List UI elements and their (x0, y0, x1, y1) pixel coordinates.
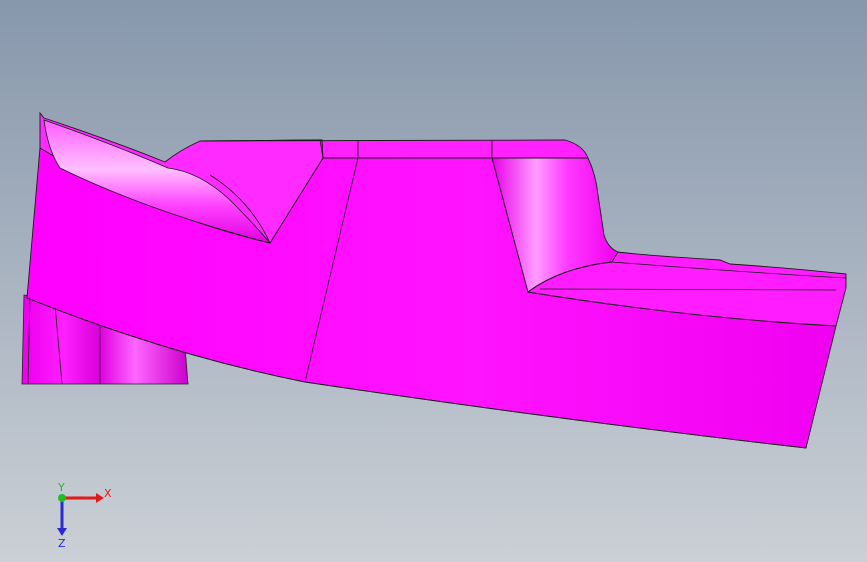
y-axis-label: Y (57, 481, 65, 494)
z-axis-label: Z (58, 537, 66, 550)
3d-viewport[interactable]: X Y Z (0, 0, 867, 562)
3d-part-model[interactable] (0, 0, 867, 562)
x-axis-label: X (104, 487, 112, 500)
y-axis-indicator (58, 494, 66, 502)
coordinate-triad: X Y Z (57, 481, 112, 550)
